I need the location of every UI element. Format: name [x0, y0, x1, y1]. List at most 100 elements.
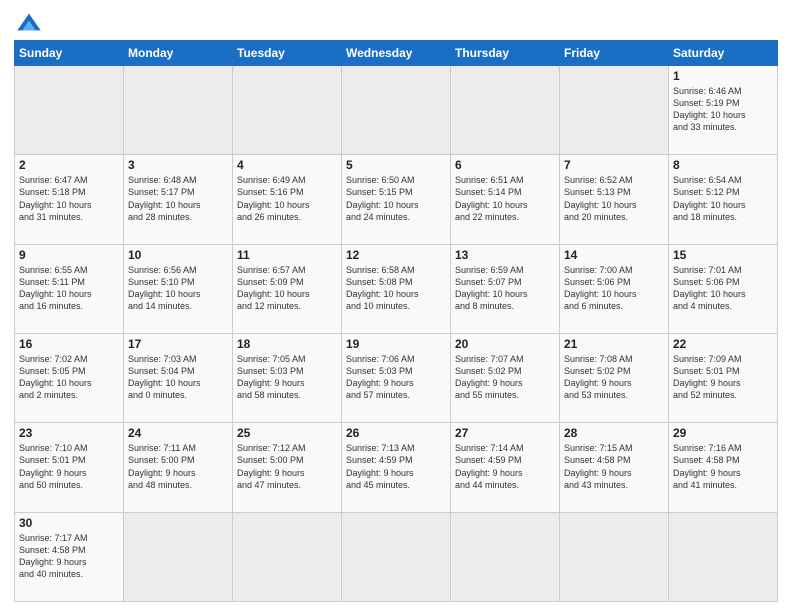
day-info: Sunrise: 6:50 AM Sunset: 5:15 PM Dayligh… [346, 174, 446, 223]
day-number: 15 [673, 248, 773, 262]
day-number: 7 [564, 158, 664, 172]
calendar-cell: 2 Sunrise: 6:47 AM Sunset: 5:18 PM Daylig… [15, 155, 124, 244]
calendar-cell: 13 Sunrise: 6:59 AM Sunset: 5:07 PM Dayli… [451, 244, 560, 333]
calendar-cell: 29Sunrise: 7:16 AM Sunset: 4:58 PM Dayli… [669, 423, 778, 512]
day-info: Sunrise: 7:01 AM Sunset: 5:06 PM Dayligh… [673, 264, 773, 313]
day-info: Sunrise: 7:14 AM Sunset: 4:59 PM Dayligh… [455, 442, 555, 491]
calendar-cell: 27 Sunrise: 7:14 AM Sunset: 4:59 PM Dayli… [451, 423, 560, 512]
weekday-header-tuesday: Tuesday [233, 41, 342, 66]
calendar-cell [124, 512, 233, 601]
calendar-cell: 21 Sunrise: 7:08 AM Sunset: 5:02 PM Dayli… [560, 333, 669, 422]
calendar-cell: 11 Sunrise: 6:57 AM Sunset: 5:09 PM Dayli… [233, 244, 342, 333]
weekday-header-thursday: Thursday [451, 41, 560, 66]
day-number: 11 [237, 248, 337, 262]
day-info: Sunrise: 7:02 AM Sunset: 5:05 PM Dayligh… [19, 353, 119, 402]
calendar-cell: 16 Sunrise: 7:02 AM Sunset: 5:05 PM Dayli… [15, 333, 124, 422]
logo [14, 10, 48, 34]
calendar-cell [233, 66, 342, 155]
calendar-cell: 17Sunrise: 7:03 AM Sunset: 5:04 PM Dayli… [124, 333, 233, 422]
day-number: 18 [237, 337, 337, 351]
calendar-cell [342, 66, 451, 155]
day-number: 25 [237, 426, 337, 440]
day-number: 13 [455, 248, 555, 262]
calendar-cell: 4 Sunrise: 6:49 AM Sunset: 5:16 PM Daylig… [233, 155, 342, 244]
weekday-header-friday: Friday [560, 41, 669, 66]
calendar-cell [451, 66, 560, 155]
day-info: Sunrise: 7:13 AM Sunset: 4:59 PM Dayligh… [346, 442, 446, 491]
day-number: 16 [19, 337, 119, 351]
day-number: 30 [19, 516, 119, 530]
calendar-cell [669, 512, 778, 601]
day-info: Sunrise: 7:03 AM Sunset: 5:04 PM Dayligh… [128, 353, 228, 402]
day-number: 5 [346, 158, 446, 172]
day-number: 23 [19, 426, 119, 440]
weekday-row: SundayMondayTuesdayWednesdayThursdayFrid… [15, 41, 778, 66]
calendar-cell [233, 512, 342, 601]
calendar-table: SundayMondayTuesdayWednesdayThursdayFrid… [14, 40, 778, 602]
calendar-cell: 24 Sunrise: 7:11 AM Sunset: 5:00 PM Dayli… [124, 423, 233, 512]
day-number: 20 [455, 337, 555, 351]
calendar-cell: 12Sunrise: 6:58 AM Sunset: 5:08 PM Dayli… [342, 244, 451, 333]
calendar-cell: 26 Sunrise: 7:13 AM Sunset: 4:59 PM Dayli… [342, 423, 451, 512]
weekday-header-sunday: Sunday [15, 41, 124, 66]
calendar-cell: 15 Sunrise: 7:01 AM Sunset: 5:06 PM Dayli… [669, 244, 778, 333]
day-info: Sunrise: 6:55 AM Sunset: 5:11 PM Dayligh… [19, 264, 119, 313]
day-info: Sunrise: 6:47 AM Sunset: 5:18 PM Dayligh… [19, 174, 119, 223]
day-info: Sunrise: 6:46 AM Sunset: 5:19 PM Dayligh… [673, 85, 773, 134]
logo-icon [14, 10, 44, 34]
calendar-cell [124, 66, 233, 155]
day-info: Sunrise: 6:58 AM Sunset: 5:08 PM Dayligh… [346, 264, 446, 313]
calendar-cell: 22Sunrise: 7:09 AM Sunset: 5:01 PM Dayli… [669, 333, 778, 422]
weekday-header-saturday: Saturday [669, 41, 778, 66]
day-info: Sunrise: 7:17 AM Sunset: 4:58 PM Dayligh… [19, 532, 119, 581]
calendar-header: SundayMondayTuesdayWednesdayThursdayFrid… [15, 41, 778, 66]
day-info: Sunrise: 6:56 AM Sunset: 5:10 PM Dayligh… [128, 264, 228, 313]
day-number: 21 [564, 337, 664, 351]
calendar-cell: 20 Sunrise: 7:07 AM Sunset: 5:02 PM Dayli… [451, 333, 560, 422]
calendar-week-1: 2 Sunrise: 6:47 AM Sunset: 5:18 PM Daylig… [15, 155, 778, 244]
day-number: 22 [673, 337, 773, 351]
day-info: Sunrise: 7:06 AM Sunset: 5:03 PM Dayligh… [346, 353, 446, 402]
day-info: Sunrise: 6:54 AM Sunset: 5:12 PM Dayligh… [673, 174, 773, 223]
calendar-body: 1 Sunrise: 6:46 AM Sunset: 5:19 PM Daylig… [15, 66, 778, 602]
calendar-cell: 19 Sunrise: 7:06 AM Sunset: 5:03 PM Dayli… [342, 333, 451, 422]
calendar-cell [451, 512, 560, 601]
day-number: 4 [237, 158, 337, 172]
day-info: Sunrise: 7:16 AM Sunset: 4:58 PM Dayligh… [673, 442, 773, 491]
calendar-cell: 5 Sunrise: 6:50 AM Sunset: 5:15 PM Daylig… [342, 155, 451, 244]
day-info: Sunrise: 6:59 AM Sunset: 5:07 PM Dayligh… [455, 264, 555, 313]
weekday-header-wednesday: Wednesday [342, 41, 451, 66]
day-info: Sunrise: 7:07 AM Sunset: 5:02 PM Dayligh… [455, 353, 555, 402]
header [14, 10, 778, 34]
day-info: Sunrise: 7:00 AM Sunset: 5:06 PM Dayligh… [564, 264, 664, 313]
calendar-cell [15, 66, 124, 155]
day-info: Sunrise: 7:11 AM Sunset: 5:00 PM Dayligh… [128, 442, 228, 491]
day-number: 1 [673, 69, 773, 83]
day-number: 9 [19, 248, 119, 262]
day-info: Sunrise: 7:12 AM Sunset: 5:00 PM Dayligh… [237, 442, 337, 491]
day-info: Sunrise: 7:08 AM Sunset: 5:02 PM Dayligh… [564, 353, 664, 402]
day-number: 24 [128, 426, 228, 440]
day-number: 27 [455, 426, 555, 440]
day-info: Sunrise: 6:49 AM Sunset: 5:16 PM Dayligh… [237, 174, 337, 223]
calendar-cell: 28Sunrise: 7:15 AM Sunset: 4:58 PM Dayli… [560, 423, 669, 512]
calendar-cell: 7 Sunrise: 6:52 AM Sunset: 5:13 PM Daylig… [560, 155, 669, 244]
calendar-cell: 30 Sunrise: 7:17 AM Sunset: 4:58 PM Dayli… [15, 512, 124, 601]
day-info: Sunrise: 6:57 AM Sunset: 5:09 PM Dayligh… [237, 264, 337, 313]
day-number: 10 [128, 248, 228, 262]
calendar-cell: 1 Sunrise: 6:46 AM Sunset: 5:19 PM Daylig… [669, 66, 778, 155]
day-number: 19 [346, 337, 446, 351]
calendar-week-4: 23Sunrise: 7:10 AM Sunset: 5:01 PM Dayli… [15, 423, 778, 512]
calendar-week-5: 30 Sunrise: 7:17 AM Sunset: 4:58 PM Dayli… [15, 512, 778, 601]
calendar-cell: 8Sunrise: 6:54 AM Sunset: 5:12 PM Daylig… [669, 155, 778, 244]
day-number: 2 [19, 158, 119, 172]
calendar-cell: 10 Sunrise: 6:56 AM Sunset: 5:10 PM Dayli… [124, 244, 233, 333]
calendar-cell: 23Sunrise: 7:10 AM Sunset: 5:01 PM Dayli… [15, 423, 124, 512]
day-number: 28 [564, 426, 664, 440]
day-number: 14 [564, 248, 664, 262]
day-info: Sunrise: 6:52 AM Sunset: 5:13 PM Dayligh… [564, 174, 664, 223]
day-number: 26 [346, 426, 446, 440]
day-info: Sunrise: 6:51 AM Sunset: 5:14 PM Dayligh… [455, 174, 555, 223]
calendar-week-2: 9 Sunrise: 6:55 AM Sunset: 5:11 PM Daylig… [15, 244, 778, 333]
calendar-cell: 14 Sunrise: 7:00 AM Sunset: 5:06 PM Dayli… [560, 244, 669, 333]
